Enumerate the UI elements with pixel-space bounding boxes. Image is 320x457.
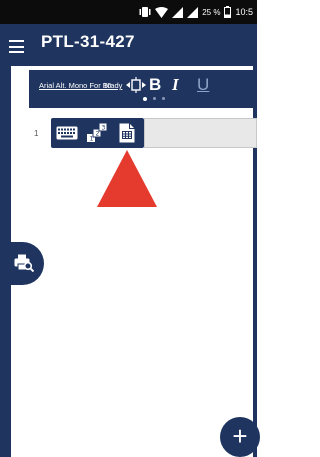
hamburger-menu-icon[interactable] (9, 40, 24, 53)
print-preview-button[interactable] (0, 242, 44, 285)
page-dot-active (143, 96, 147, 101)
printer-search-icon (14, 254, 34, 272)
format-toolbar: Arial Alt. Mono For Brady 10 B I U (29, 70, 257, 108)
toolbar-page-indicator (143, 96, 165, 101)
text-resize-icon[interactable] (125, 77, 147, 93)
label-text-field[interactable] (144, 118, 257, 148)
signal-icon (172, 6, 184, 18)
battery-percent: 25 % (202, 7, 221, 17)
status-icons: 25 % 10:5 (139, 0, 253, 24)
vibrate-icon (139, 7, 151, 17)
svg-text:3: 3 (102, 125, 106, 132)
plus-icon: + (232, 421, 248, 451)
keyboard-icon[interactable] (56, 126, 78, 140)
bold-button[interactable]: B (149, 75, 161, 95)
row-number: 1 (34, 129, 39, 138)
svg-text:1: 1 (90, 136, 94, 143)
signal-icon-2 (187, 6, 199, 18)
battery-icon (224, 6, 232, 18)
svg-text:2: 2 (96, 131, 100, 138)
app-bar: PTL-31-427 (0, 24, 257, 66)
serialize-icon[interactable]: 1 2 3 (86, 122, 108, 144)
page-dot (153, 97, 156, 100)
row-tool-bar: 1 2 3 (51, 118, 144, 148)
data-table-icon[interactable] (119, 123, 135, 143)
wifi-icon (155, 6, 169, 18)
pointer-arrow (97, 150, 157, 207)
page-dot (162, 97, 165, 100)
italic-button[interactable]: I (172, 75, 179, 95)
clock: 10:5 (235, 7, 253, 17)
font-size-select[interactable]: 10 (103, 81, 111, 90)
underline-button[interactable]: U (197, 75, 209, 95)
page-title: PTL-31-427 (41, 32, 135, 51)
add-button[interactable]: + (220, 417, 260, 457)
status-bar: 25 % 10:5 (0, 0, 257, 24)
